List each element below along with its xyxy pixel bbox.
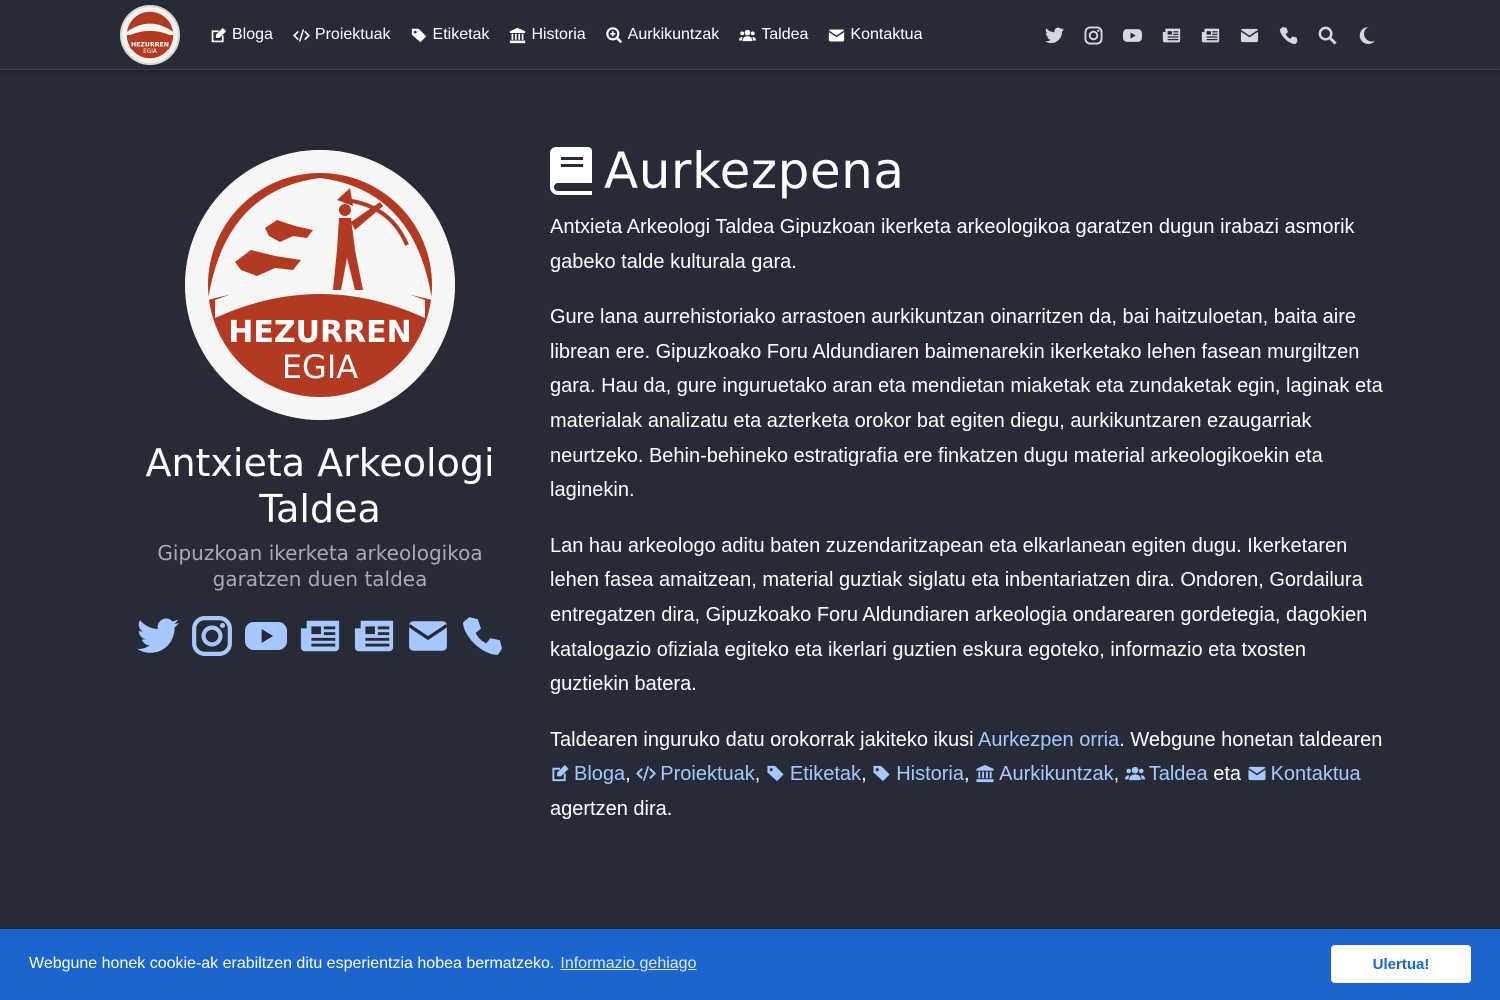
code-icon: [292, 28, 310, 42]
svg-text:EGIA: EGIA: [143, 49, 157, 55]
nav-etiketak[interactable]: Etiketak: [411, 26, 490, 44]
profile-name: Antxieta Arkeologi Taldea: [145, 441, 495, 531]
nav-taldea[interactable]: Taldea: [739, 26, 808, 44]
youtube-icon[interactable]: [1122, 25, 1142, 45]
search-icon[interactable]: [1317, 25, 1337, 45]
newspaper-icon[interactable]: [1161, 25, 1181, 45]
nav-kontaktua[interactable]: Kontaktua: [828, 26, 922, 44]
landmark-icon: [510, 27, 526, 43]
nav-label: Etiketak: [432, 26, 490, 43]
nav-label: Kontaktua: [850, 26, 923, 43]
taldea-link[interactable]: Taldea: [1124, 763, 1208, 785]
nav-label: Aurkikuntzak: [627, 26, 720, 43]
work-paragraph: Gure lana aurrehistoriako arrastoen aurk…: [550, 306, 1383, 502]
svg-text:HEZURREN: HEZURREN: [228, 315, 412, 350]
proiektuak-link[interactable]: Proiektuak: [636, 763, 755, 785]
nav-utility-icons: [1044, 0, 1376, 70]
youtube-icon[interactable]: [244, 614, 288, 658]
main-nav: Bloga Proiektuak Etiketak Historia Aurki…: [210, 0, 922, 70]
newspaper-icon[interactable]: [298, 614, 342, 658]
landmark-icon: [976, 765, 994, 783]
etiketak-link[interactable]: Etiketak: [766, 763, 861, 785]
phone-icon[interactable]: [1278, 25, 1298, 45]
book-icon: [550, 147, 592, 195]
profile-sidebar: HEZURREN EGIA Antxieta Arkeologi Taldea …: [120, 150, 520, 658]
site-logo[interactable]: HEZURREN EGIA: [120, 5, 180, 65]
instagram-icon[interactable]: [190, 614, 234, 658]
phone-icon[interactable]: [460, 614, 504, 658]
tags-icon: [767, 766, 784, 782]
users-icon: [1124, 767, 1145, 781]
newspaper-icon[interactable]: [352, 614, 396, 658]
nav-aurkikuntzak[interactable]: Aurkikuntzak: [605, 26, 720, 44]
edit-icon: [211, 27, 227, 42]
twitter-icon[interactable]: [136, 614, 180, 658]
instagram-icon[interactable]: [1083, 25, 1103, 45]
twitter-icon[interactable]: [1044, 25, 1064, 45]
tags-icon: [411, 28, 426, 42]
profile-tagline: Gipuzkoan ikerketa arkeologikoa garatzen…: [157, 541, 483, 591]
users-icon: [739, 29, 757, 41]
historia-link[interactable]: Historia: [872, 763, 964, 785]
cookie-info-link[interactable]: Informazio gehiago: [560, 955, 696, 972]
envelope-icon[interactable]: [406, 614, 450, 658]
navbar: HEZURREN EGIA Bloga Proiektuak Etiketak …: [0, 0, 1500, 70]
page-title: Aurkezpena: [604, 142, 905, 200]
svg-text:EGIA: EGIA: [282, 348, 358, 386]
svg-text:HEZURREN: HEZURREN: [131, 41, 169, 48]
nav-label: Taldea: [761, 26, 809, 43]
code-icon: [636, 766, 657, 782]
about-page-link[interactable]: Aurkezpen orria: [978, 729, 1119, 751]
envelope-icon: [1247, 767, 1266, 781]
avatar: HEZURREN EGIA: [185, 150, 455, 420]
edit-icon: [552, 765, 569, 782]
search-plus-icon: [605, 26, 622, 43]
moon-icon[interactable]: [1356, 25, 1376, 45]
page-heading: Aurkezpena: [550, 140, 1390, 202]
bloga-link[interactable]: Bloga: [550, 763, 625, 785]
newspaper-icon[interactable]: [1200, 25, 1220, 45]
process-paragraph: Lan hau arkeologo aditu baten zuzendarit…: [550, 534, 1368, 696]
main-content: Aurkezpena Antxieta Arkeologi Taldea Gip…: [550, 140, 1390, 827]
aurkikuntzak-link[interactable]: Aurkikuntzak: [975, 763, 1114, 785]
social-links: [120, 614, 520, 658]
nav-proiektuak[interactable]: Proiektuak: [292, 26, 391, 44]
nav-label: Historia: [531, 26, 586, 43]
envelope-icon[interactable]: [1239, 25, 1259, 45]
envelope-icon: [828, 29, 845, 41]
intro-paragraph: Antxieta Arkeologi Taldea Gipuzkoan iker…: [550, 216, 1355, 273]
tags-icon: [873, 766, 890, 782]
kontaktua-link[interactable]: Kontaktua: [1247, 763, 1361, 785]
cookie-message: Webgune honek cookie-ak erabiltzen ditu …: [29, 955, 697, 972]
nav-historia[interactable]: Historia: [509, 26, 586, 44]
cookie-banner: Webgune honek cookie-ak erabiltzen ditu …: [0, 929, 1500, 1000]
nav-label: Bloga: [232, 26, 273, 43]
nav-label: Proiektuak: [314, 26, 391, 43]
nav-bloga[interactable]: Bloga: [210, 26, 273, 44]
links-paragraph: Taldearen inguruko datu orokorrak jakite…: [550, 728, 1383, 820]
cookie-accept-button[interactable]: Ulertua!: [1331, 945, 1471, 983]
